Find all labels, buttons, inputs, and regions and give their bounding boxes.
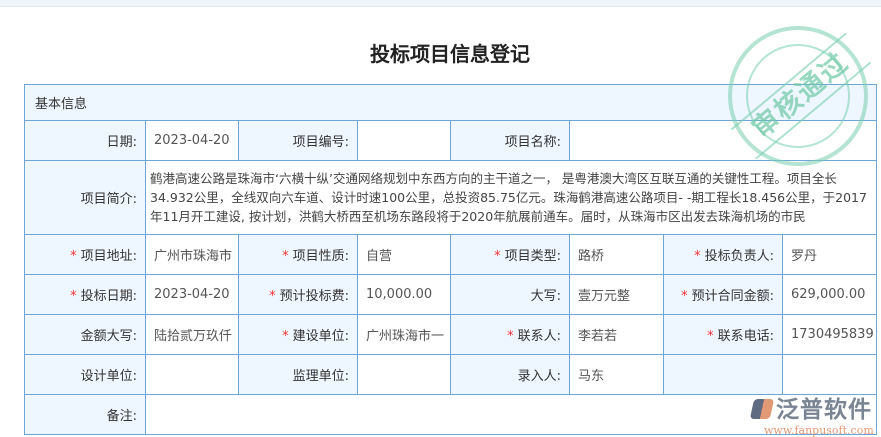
supervisor-label: 监理单位: <box>238 354 358 395</box>
label-text: 项目类型: <box>504 249 561 264</box>
label-text: 预计合同金额: <box>691 289 774 304</box>
label-text: 投标日期: <box>80 289 137 304</box>
type-label: * 项目类型: <box>450 234 570 275</box>
nature-field[interactable]: 自营 <box>357 234 451 275</box>
design-unit-field[interactable] <box>145 354 239 395</box>
remark-field[interactable] <box>144 394 878 435</box>
phone-field[interactable]: 1730495839 <box>781 314 878 355</box>
contact-field[interactable]: 李若若 <box>569 314 664 355</box>
project-name-field[interactable] <box>568 120 878 161</box>
required-mark: * <box>70 289 77 304</box>
entered-by-field[interactable]: 马东 <box>569 354 664 395</box>
manager-field[interactable]: 罗丹 <box>781 234 878 275</box>
project-no-field[interactable] <box>357 120 451 161</box>
label-text: 项目性质: <box>292 249 349 264</box>
address-label: * 项目地址: <box>24 234 146 275</box>
label-text: 联系电话: <box>717 329 774 344</box>
page-title: 投标项目信息登记 <box>370 42 530 66</box>
label-text: 建设单位: <box>292 329 349 344</box>
date-label: 日期: <box>24 120 146 161</box>
address-field[interactable]: 广州市珠海市 <box>145 234 239 275</box>
builder-label: * 建设单位: <box>238 314 358 355</box>
section-title: 基本信息 <box>23 84 878 121</box>
supervisor-field[interactable] <box>357 354 451 395</box>
required-mark: * <box>494 249 501 264</box>
capital-label: 大写: <box>450 274 570 315</box>
amount-capital-label: 金额大写: <box>24 314 146 355</box>
project-no-label: 项目编号: <box>238 120 358 161</box>
nature-label: * 项目性质: <box>238 234 358 275</box>
builder-field[interactable]: 广州珠海市一 <box>357 314 451 355</box>
required-mark: * <box>269 289 276 304</box>
project-name-label: 项目名称: <box>450 120 570 161</box>
contract-amount-field[interactable]: 629,000.00 <box>781 274 878 315</box>
required-mark: * <box>694 249 701 264</box>
amount-capital-field[interactable]: 陆拾贰万玖仟 <box>145 314 239 355</box>
required-mark: * <box>282 249 289 264</box>
remark-label: 备注: <box>24 394 146 435</box>
label-text: 预计投标费: <box>279 289 349 304</box>
contact-label: * 联系人: <box>450 314 570 355</box>
required-mark: * <box>70 249 77 264</box>
label-text: 联系人: <box>517 329 561 344</box>
capital-field[interactable]: 壹万元整 <box>569 274 664 315</box>
required-mark: * <box>707 329 714 344</box>
intro-label: 项目简介: <box>24 160 146 235</box>
intro-field[interactable]: 鹤港高速公路是珠海市‘六横十纵’交通网络规划中东西方向的主干道之一， 是粤港澳大… <box>144 160 878 235</box>
label-text: 投标负责人: <box>704 249 774 264</box>
bid-date-field[interactable]: 2023-04-20 <box>145 274 239 315</box>
empty-label <box>663 354 783 395</box>
required-mark: * <box>681 289 688 304</box>
contract-amount-label: * 预计合同金额: <box>663 274 783 315</box>
label-text: 项目地址: <box>80 249 137 264</box>
date-field[interactable]: 2023-04-20 <box>145 120 239 161</box>
bid-fee-label: * 预计投标费: <box>238 274 358 315</box>
empty-field <box>781 354 878 395</box>
bid-fee-field[interactable]: 10,000.00 <box>357 274 451 315</box>
design-unit-label: 设计单位: <box>24 354 146 395</box>
phone-label: * 联系电话: <box>663 314 783 355</box>
bid-date-label: * 投标日期: <box>24 274 146 315</box>
bid-info-form: 基本信息 日期: 2023-04-20 项目编号: 项目名称: 项目简介: 鹤港… <box>23 84 878 435</box>
top-bar <box>0 0 881 7</box>
entered-by-label: 录入人: <box>450 354 570 395</box>
required-mark: * <box>507 329 514 344</box>
manager-label: * 投标负责人: <box>663 234 783 275</box>
type-field[interactable]: 路桥 <box>569 234 664 275</box>
required-mark: * <box>282 329 289 344</box>
